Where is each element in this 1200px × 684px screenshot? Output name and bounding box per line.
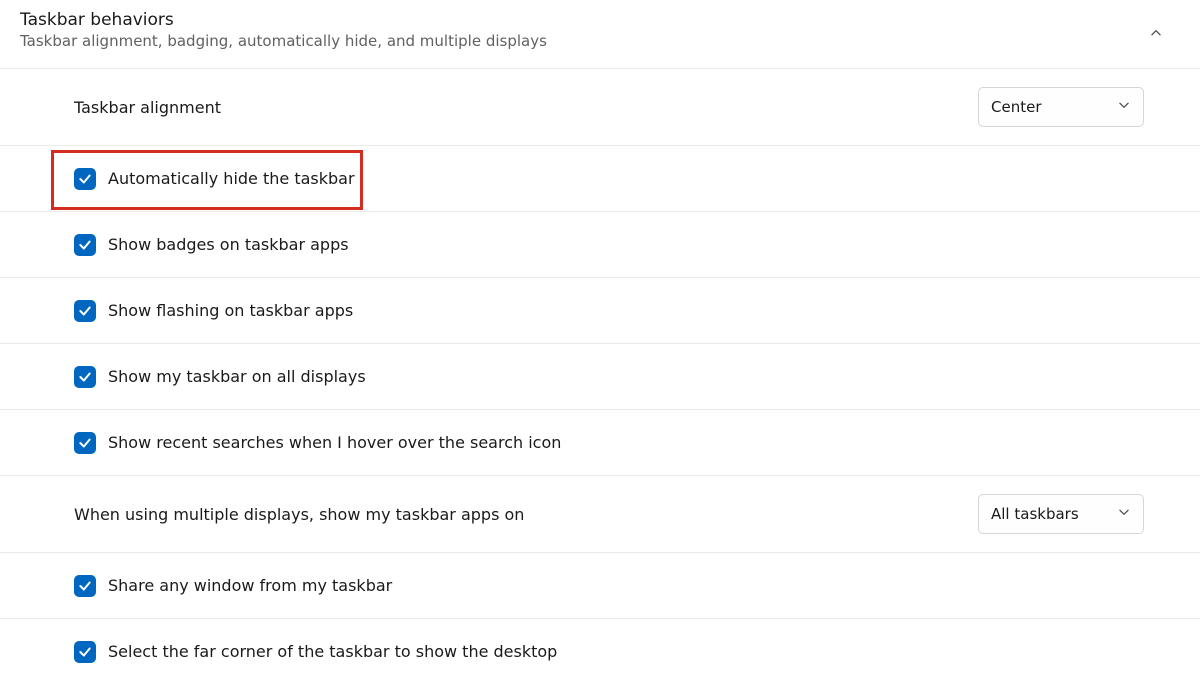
multi-displays-label: When using multiple displays, show my ta…	[74, 505, 524, 524]
chevron-up-icon	[1149, 25, 1163, 44]
row-auto-hide-wrapper: Automatically hide the taskbar	[0, 145, 1200, 211]
row-taskbar-alignment: Taskbar alignment Center	[0, 68, 1200, 145]
taskbar-alignment-value: Center	[991, 98, 1042, 116]
badges-checkbox[interactable]	[74, 234, 96, 256]
flashing-label: Show flashing on taskbar apps	[108, 301, 353, 320]
check-icon	[78, 645, 92, 659]
all-displays-label: Show my taskbar on all displays	[108, 367, 366, 386]
check-icon	[78, 370, 92, 384]
taskbar-alignment-dropdown[interactable]: Center	[978, 87, 1144, 127]
row-auto-hide: Automatically hide the taskbar	[0, 145, 1200, 211]
check-icon	[78, 579, 92, 593]
section-header[interactable]: Taskbar behaviors Taskbar alignment, bad…	[0, 0, 1200, 68]
row-flashing: Show flashing on taskbar apps	[0, 277, 1200, 343]
check-icon	[78, 436, 92, 450]
share-window-checkbox[interactable]	[74, 575, 96, 597]
multi-displays-dropdown[interactable]: All taskbars	[978, 494, 1144, 534]
badges-label: Show badges on taskbar apps	[108, 235, 349, 254]
chevron-down-icon	[1117, 505, 1131, 523]
auto-hide-label: Automatically hide the taskbar	[108, 169, 355, 188]
section-header-text: Taskbar behaviors Taskbar alignment, bad…	[20, 10, 1138, 50]
far-corner-label: Select the far corner of the taskbar to …	[108, 642, 557, 661]
taskbar-alignment-label: Taskbar alignment	[74, 98, 221, 117]
flashing-checkbox[interactable]	[74, 300, 96, 322]
check-icon	[78, 304, 92, 318]
section-subtitle: Taskbar alignment, badging, automaticall…	[20, 32, 1138, 50]
row-multi-displays: When using multiple displays, show my ta…	[0, 475, 1200, 552]
section-title: Taskbar behaviors	[20, 10, 1138, 30]
row-all-displays: Show my taskbar on all displays	[0, 343, 1200, 409]
check-icon	[78, 238, 92, 252]
row-share-window: Share any window from my taskbar	[0, 552, 1200, 618]
check-icon	[78, 172, 92, 186]
all-displays-checkbox[interactable]	[74, 366, 96, 388]
row-far-corner: Select the far corner of the taskbar to …	[0, 618, 1200, 684]
chevron-down-icon	[1117, 98, 1131, 116]
auto-hide-checkbox[interactable]	[74, 168, 96, 190]
row-badges: Show badges on taskbar apps	[0, 211, 1200, 277]
collapse-button[interactable]	[1138, 16, 1174, 52]
recent-searches-checkbox[interactable]	[74, 432, 96, 454]
row-recent-searches: Show recent searches when I hover over t…	[0, 409, 1200, 475]
recent-searches-label: Show recent searches when I hover over t…	[108, 433, 561, 452]
share-window-label: Share any window from my taskbar	[108, 576, 392, 595]
multi-displays-value: All taskbars	[991, 505, 1079, 523]
far-corner-checkbox[interactable]	[74, 641, 96, 663]
